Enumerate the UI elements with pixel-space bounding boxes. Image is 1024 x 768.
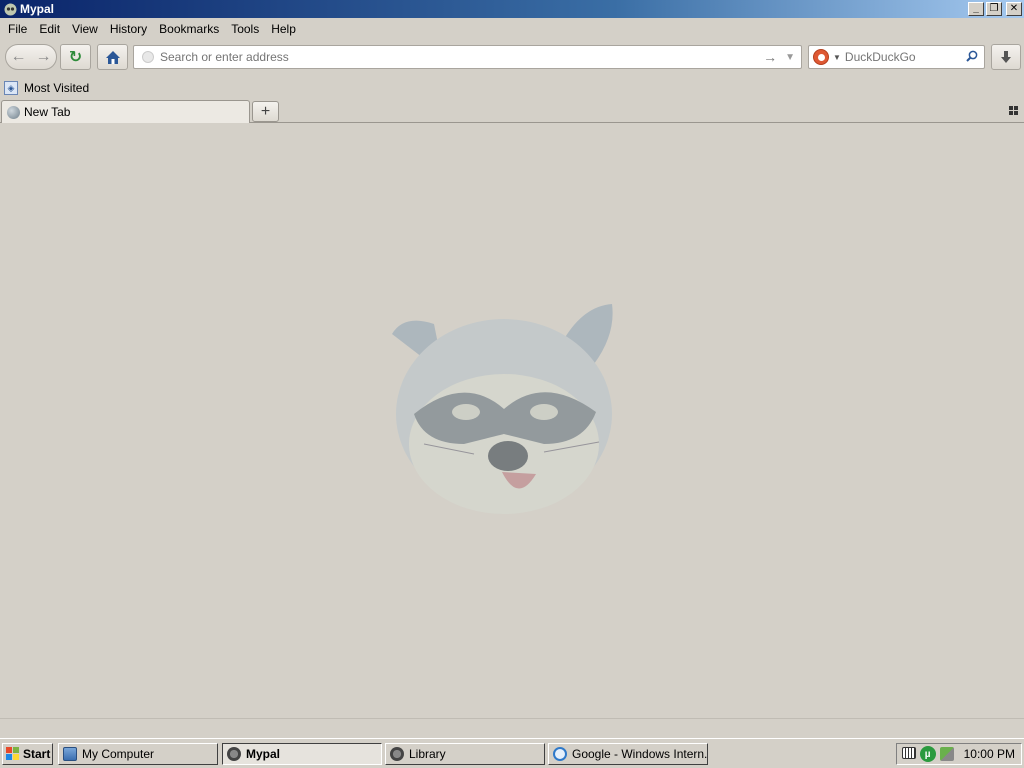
start-label: Start — [23, 747, 51, 761]
status-divider — [0, 718, 1024, 719]
task-library[interactable]: Library — [385, 743, 545, 765]
menu-bar: File Edit View History Bookmarks Tools H… — [0, 19, 1024, 39]
menu-tools[interactable]: Tools — [225, 20, 265, 38]
site-identity-icon — [142, 51, 154, 63]
download-arrow-icon — [1001, 51, 1011, 63]
page-content — [0, 124, 1024, 718]
navigation-toolbar: ← → ↻ → ▼ ▼ — [0, 40, 1024, 76]
menu-edit[interactable]: Edit — [33, 20, 66, 38]
ie-icon — [553, 747, 567, 761]
search-bar[interactable]: ▼ — [808, 45, 985, 69]
bookmark-most-visited[interactable]: Most Visited — [24, 81, 89, 95]
computer-icon — [63, 747, 77, 761]
downloads-button[interactable] — [991, 44, 1021, 70]
menu-history[interactable]: History — [104, 20, 153, 38]
duckduckgo-icon[interactable] — [813, 49, 829, 65]
window-title: Mypal — [20, 2, 55, 16]
keyboard-icon[interactable] — [902, 747, 916, 759]
menu-bookmarks[interactable]: Bookmarks — [153, 20, 225, 38]
bookmark-folder-icon: ◈ — [4, 81, 18, 95]
back-arrow-icon[interactable]: ← — [11, 48, 27, 66]
raccoon-logo-icon — [392, 304, 613, 514]
new-tab-button[interactable]: + — [252, 101, 279, 122]
reload-icon: ↻ — [68, 49, 83, 66]
restore-button[interactable]: ❐ — [986, 2, 1002, 16]
task-my-computer[interactable]: My Computer — [58, 743, 218, 765]
search-magnifier-icon[interactable] — [966, 50, 978, 65]
address-bar[interactable]: → ▼ — [133, 45, 802, 69]
title-bar: Mypal _ ❐ ✕ — [0, 0, 1024, 18]
url-input[interactable] — [160, 50, 760, 64]
minimize-button[interactable]: _ — [968, 2, 984, 16]
back-forward-group: ← → — [5, 44, 57, 70]
mypal-app-icon — [3, 2, 17, 16]
raccoon-icon — [227, 747, 241, 761]
go-arrow-icon[interactable]: → — [763, 49, 777, 65]
globe-icon — [7, 105, 20, 119]
network-icon[interactable] — [939, 747, 954, 761]
menu-view[interactable]: View — [66, 20, 104, 38]
close-button[interactable]: ✕ — [1006, 2, 1022, 16]
url-history-dropdown-icon[interactable]: ▼ — [785, 52, 795, 63]
task-label: Mypal — [246, 747, 281, 761]
task-label: Library — [409, 747, 446, 761]
taskbar: Start My Computer Mypal Library Google -… — [0, 738, 1024, 768]
home-icon — [105, 50, 120, 64]
windows-flag-icon — [6, 747, 20, 761]
search-input[interactable] — [844, 50, 966, 64]
tab-new-tab[interactable]: New Tab — [1, 100, 250, 123]
menu-help[interactable]: Help — [265, 20, 302, 38]
raccoon-icon — [390, 747, 404, 761]
task-label: Google - Windows Intern... — [572, 747, 708, 761]
forward-arrow-icon[interactable]: → — [36, 48, 52, 66]
task-mypal[interactable]: Mypal — [222, 743, 382, 765]
reload-button[interactable]: ↻ — [60, 44, 91, 70]
start-button[interactable]: Start — [2, 743, 53, 765]
engine-dropdown-icon[interactable]: ▼ — [833, 53, 841, 62]
menu-file[interactable]: File — [2, 20, 33, 38]
bookmarks-toolbar: ◈ Most Visited — [0, 78, 1024, 98]
task-internet-explorer[interactable]: Google - Windows Intern... — [548, 743, 708, 765]
tab-groups-icon[interactable] — [1009, 106, 1018, 115]
utorrent-icon[interactable]: µ — [919, 746, 936, 762]
task-label: My Computer — [82, 747, 155, 761]
home-button[interactable] — [97, 44, 128, 70]
clock: 10:00 PM — [963, 747, 1015, 761]
tab-bar: New Tab + — [0, 99, 1024, 123]
tab-label: New Tab — [24, 105, 71, 119]
